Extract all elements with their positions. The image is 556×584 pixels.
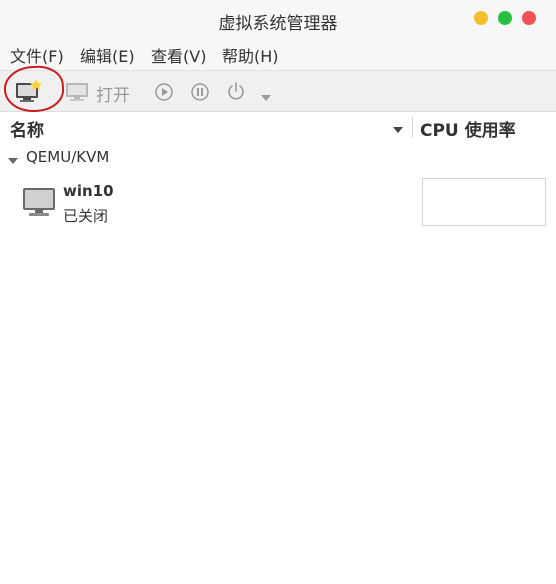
connection-row[interactable]: QEMU/KVM xyxy=(0,145,556,169)
menu-help[interactable]: 帮助(H) xyxy=(222,43,279,67)
monitor-icon xyxy=(66,83,88,101)
play-icon xyxy=(155,83,173,101)
connection-label: QEMU/KVM xyxy=(26,148,110,166)
close-button[interactable] xyxy=(522,11,536,25)
column-cpu-usage[interactable]: CPU 使用率 xyxy=(420,116,516,141)
expander-arrow[interactable] xyxy=(8,150,18,169)
vm-monitor-icon xyxy=(22,186,56,222)
toolbar: 打开 xyxy=(0,70,556,112)
title-bar: 虚拟系统管理器 xyxy=(0,0,556,38)
open-button[interactable] xyxy=(64,81,90,107)
power-icon xyxy=(228,82,244,100)
sort-indicator[interactable] xyxy=(392,119,404,138)
pause-button[interactable] xyxy=(190,82,210,106)
vm-status: 已关闭 xyxy=(63,207,109,225)
column-header: 名称 CPU 使用率 xyxy=(0,112,556,142)
menu-bar: 文件(F) 编辑(E) 查看(V) 帮助(H) xyxy=(0,38,556,70)
run-button[interactable] xyxy=(154,82,174,106)
open-button-label: 打开 xyxy=(96,86,130,106)
expanded-arrow-icon xyxy=(8,158,18,164)
sort-down-icon xyxy=(393,127,403,133)
column-separator[interactable] xyxy=(412,116,413,138)
vm-name: win10 xyxy=(63,182,114,200)
menu-view[interactable]: 查看(V) xyxy=(151,43,206,67)
minimize-button[interactable] xyxy=(474,11,488,25)
menu-edit[interactable]: 编辑(E) xyxy=(80,43,135,67)
pause-icon xyxy=(191,83,209,101)
shutdown-button[interactable] xyxy=(226,81,246,105)
vm-row[interactable]: win10 已关闭 xyxy=(0,176,556,228)
menu-file[interactable]: 文件(F) xyxy=(10,43,64,67)
chevron-down-icon xyxy=(261,95,271,101)
maximize-button[interactable] xyxy=(498,11,512,25)
shutdown-menu-button[interactable] xyxy=(260,87,272,106)
cpu-usage-graph xyxy=(422,178,546,226)
column-name[interactable]: 名称 xyxy=(10,116,44,141)
window-title: 虚拟系统管理器 xyxy=(218,14,338,34)
